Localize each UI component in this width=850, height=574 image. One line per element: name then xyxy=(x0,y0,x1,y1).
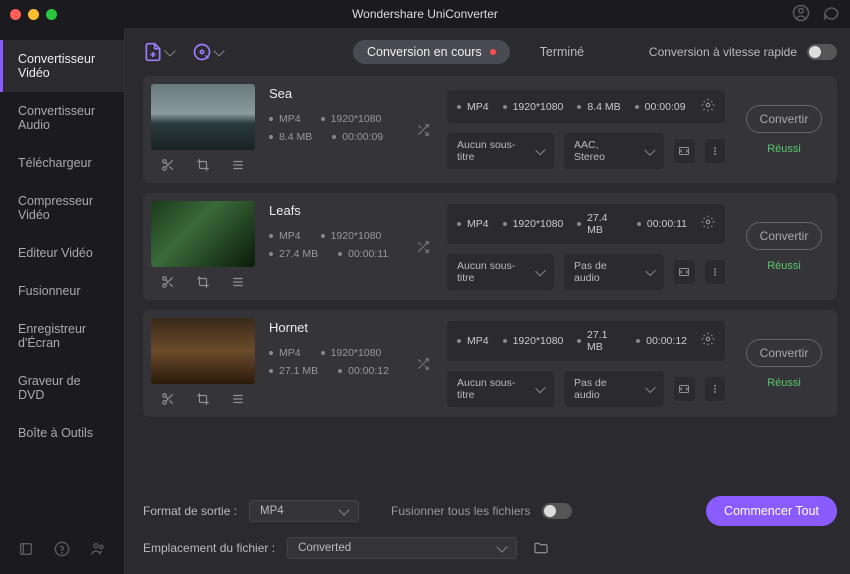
status-label: Réussi xyxy=(767,377,801,389)
sidebar: Convertisseur VidéoConvertisseur AudioTé… xyxy=(0,28,125,574)
community-icon[interactable] xyxy=(90,541,106,560)
app-title: Wondershare UniConverter xyxy=(352,7,498,21)
location-label: Emplacement du fichier : xyxy=(143,541,275,555)
footer: Format de sortie : MP4 Fusionner tous le… xyxy=(125,486,850,574)
output-info-box: MP4 1920*1080 27.1 MB 00:00:12 xyxy=(447,321,725,361)
sidebar-item-5[interactable]: Fusionneur xyxy=(0,272,124,310)
video-item-1: Leafs MP4 1920*1080 27.4 MB 00:00:11 MP4… xyxy=(143,193,837,300)
feedback-icon[interactable] xyxy=(822,4,840,25)
audio-select[interactable]: Pas de audio xyxy=(564,254,664,290)
audio-select[interactable]: Pas de audio xyxy=(564,371,664,407)
sidebar-item-3[interactable]: Compresseur Vidéo xyxy=(0,182,124,234)
effects-icon[interactable] xyxy=(231,392,245,409)
item-title: Leafs xyxy=(269,203,399,218)
sidebar-item-6[interactable]: Enregistreur d'Écran xyxy=(0,310,124,362)
effects-icon[interactable] xyxy=(231,158,245,175)
shuffle-icon xyxy=(413,84,433,175)
output-info-box: MP4 1920*1080 27.4 MB 00:00:11 xyxy=(447,204,725,244)
output-format-label: Format de sortie : xyxy=(143,504,237,518)
sidebar-item-8[interactable]: Boîte à Outils xyxy=(0,414,124,452)
shuffle-icon xyxy=(413,318,433,409)
location-select[interactable]: Converted xyxy=(287,537,517,559)
chevron-down-icon xyxy=(213,45,224,56)
convert-button[interactable]: Convertir xyxy=(746,222,822,250)
tab-1[interactable]: Terminé xyxy=(526,40,598,64)
chevron-down-icon xyxy=(496,541,507,552)
open-folder-button[interactable] xyxy=(529,536,553,560)
expand-icon[interactable] xyxy=(674,260,695,284)
speed-toggle[interactable] xyxy=(807,44,837,60)
tab-0[interactable]: Conversion en cours xyxy=(353,40,510,64)
trim-icon[interactable] xyxy=(161,275,175,292)
merge-toggle[interactable] xyxy=(542,503,572,519)
gear-icon[interactable] xyxy=(701,215,715,232)
toolbar: Conversion en cours Terminé Conversion à … xyxy=(125,28,850,76)
titlebar: Wondershare UniConverter xyxy=(0,0,850,28)
add-file-button[interactable] xyxy=(143,42,174,62)
minimize-window[interactable] xyxy=(28,9,39,20)
sidebar-item-0[interactable]: Convertisseur Vidéo xyxy=(0,40,124,92)
chevron-down-icon xyxy=(338,504,349,515)
crop-icon[interactable] xyxy=(196,392,210,409)
gear-icon[interactable] xyxy=(701,98,715,115)
status-label: Réussi xyxy=(767,143,801,155)
crop-icon[interactable] xyxy=(196,158,210,175)
merge-label: Fusionner tous les fichiers xyxy=(391,504,530,518)
expand-icon[interactable] xyxy=(674,139,695,163)
video-item-2: Hornet MP4 1920*1080 27.1 MB 00:00:12 MP… xyxy=(143,310,837,417)
chevron-down-icon xyxy=(164,45,175,56)
more-icon[interactable] xyxy=(705,260,726,284)
output-info-box: MP4 1920*1080 8.4 MB 00:00:09 xyxy=(447,90,725,123)
thumbnail[interactable] xyxy=(151,84,255,150)
item-title: Sea xyxy=(269,86,399,101)
more-icon[interactable] xyxy=(705,377,726,401)
sidebar-item-4[interactable]: Editeur Vidéo xyxy=(0,234,124,272)
speed-label: Conversion à vitesse rapide xyxy=(649,45,797,59)
trim-icon[interactable] xyxy=(161,158,175,175)
sidebar-item-7[interactable]: Graveur de DVD xyxy=(0,362,124,414)
subtitle-select[interactable]: Aucun sous-titre xyxy=(447,133,554,169)
convert-button[interactable]: Convertir xyxy=(746,105,822,133)
maximize-window[interactable] xyxy=(46,9,57,20)
output-format-select[interactable]: MP4 xyxy=(249,500,359,522)
gear-icon[interactable] xyxy=(701,332,715,349)
tutorial-icon[interactable] xyxy=(18,541,34,560)
crop-icon[interactable] xyxy=(196,275,210,292)
trim-icon[interactable] xyxy=(161,392,175,409)
help-icon[interactable] xyxy=(54,541,70,560)
sidebar-item-1[interactable]: Convertisseur Audio xyxy=(0,92,124,144)
thumbnail[interactable] xyxy=(151,318,255,384)
recording-dot-icon xyxy=(490,49,496,55)
expand-icon[interactable] xyxy=(674,377,695,401)
item-title: Hornet xyxy=(269,320,399,335)
start-all-button[interactable]: Commencer Tout xyxy=(706,496,837,526)
status-label: Réussi xyxy=(767,260,801,272)
convert-button[interactable]: Convertir xyxy=(746,339,822,367)
subtitle-select[interactable]: Aucun sous-titre xyxy=(447,254,554,290)
shuffle-icon xyxy=(413,201,433,292)
video-item-0: Sea MP4 1920*1080 8.4 MB 00:00:09 MP4 19… xyxy=(143,76,837,183)
add-dvd-button[interactable] xyxy=(192,42,223,62)
close-window[interactable] xyxy=(10,9,21,20)
more-icon[interactable] xyxy=(705,139,726,163)
effects-icon[interactable] xyxy=(231,275,245,292)
account-icon[interactable] xyxy=(792,4,810,25)
sidebar-item-2[interactable]: Téléchargeur xyxy=(0,144,124,182)
thumbnail[interactable] xyxy=(151,201,255,267)
subtitle-select[interactable]: Aucun sous-titre xyxy=(447,371,554,407)
audio-select[interactable]: AAC, Stereo xyxy=(564,133,664,169)
